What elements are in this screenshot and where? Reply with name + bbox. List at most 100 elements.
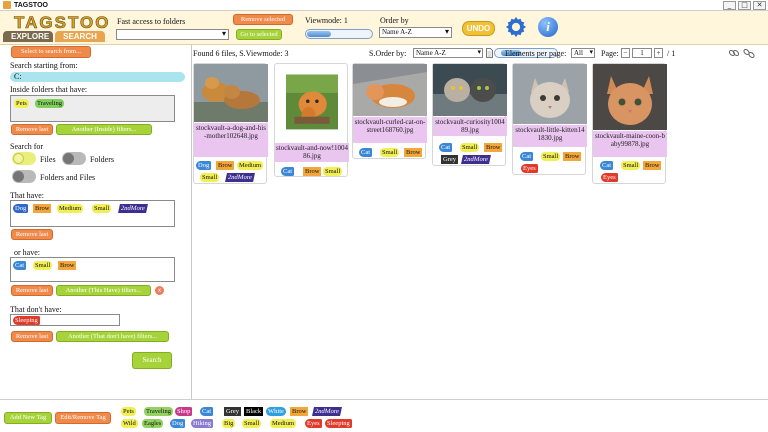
remove-last-have-button[interactable]: Remove last	[11, 229, 53, 240]
tag-medium[interactable]: Medium	[57, 204, 84, 213]
tag-grey[interactable]: Grey	[441, 155, 458, 164]
palette-tag-brow[interactable]: Brow	[290, 407, 309, 416]
tag-small[interactable]: Small	[33, 261, 53, 270]
document-icon[interactable]	[486, 48, 493, 58]
minimize-button[interactable]: _	[723, 1, 736, 10]
tag-small[interactable]: Small	[541, 152, 561, 161]
palette-tag-white[interactable]: White	[266, 407, 286, 416]
tag-cat[interactable]: Cat	[600, 161, 614, 170]
tag-brow[interactable]: Brow	[643, 161, 662, 170]
another-dont-filter-button[interactable]: Another (That don't have) filters...	[56, 331, 169, 342]
tag-small[interactable]: Small	[200, 173, 220, 182]
page-prev-button[interactable]: −	[621, 48, 630, 58]
viewmode-slider-thumb[interactable]	[307, 31, 331, 37]
tag-cat[interactable]: Cat	[439, 143, 453, 152]
tab-explore[interactable]: EXPLORE	[3, 31, 53, 42]
undo-button[interactable]: UNDO	[462, 21, 495, 36]
tag-small[interactable]: Small	[621, 161, 641, 170]
tab-search[interactable]: SEARCH	[55, 31, 105, 42]
thumbnail-little-kitten[interactable]	[513, 64, 587, 124]
palette-tag-dog[interactable]: Dog	[170, 419, 186, 428]
info-icon[interactable]: i	[538, 17, 558, 37]
tag-eyes[interactable]: Eyes	[601, 173, 618, 182]
inside-folders-box[interactable]: Pets Traveling	[10, 95, 175, 122]
tag-brow[interactable]: Brow	[216, 161, 235, 170]
remove-last-or-button[interactable]: Remove last	[11, 285, 53, 296]
tag-2ndmore[interactable]: 2ndMore	[461, 155, 491, 164]
remove-filter-icon[interactable]: x	[155, 286, 164, 295]
select-folder-button[interactable]: Select to search from...	[11, 46, 91, 58]
remove-last-dont-button[interactable]: Remove last	[11, 331, 53, 342]
file-card[interactable]: stockvault-a-dog-and-his-mother102648.jp…	[193, 63, 268, 184]
thumbnail-dog[interactable]	[194, 64, 268, 122]
order-by-select[interactable]: Name A-Z	[379, 27, 452, 38]
tag-cat[interactable]: Cat	[520, 152, 534, 161]
palette-tag-black[interactable]: Black	[244, 407, 264, 416]
maximize-button[interactable]: □	[738, 1, 751, 10]
tag-brow[interactable]: Brow	[58, 261, 77, 270]
palette-tag-wild[interactable]: Wild	[121, 419, 138, 428]
dont-have-box[interactable]: Sleeping	[10, 314, 120, 326]
thumbnail-kitten[interactable]	[286, 64, 338, 140]
file-card[interactable]: stockvault-curled-cat-on-street168760.jp…	[352, 63, 427, 159]
search-from-value[interactable]: C:	[10, 72, 185, 82]
file-card[interactable]: stockvault-little-kitten141830.jpg Cat S…	[512, 63, 587, 175]
tag-small[interactable]: Small	[380, 148, 400, 157]
palette-tag-sleeping[interactable]: Sleeping	[325, 419, 352, 428]
palette-tag-shop[interactable]: Shop	[175, 407, 193, 416]
another-inside-filter-button[interactable]: Another (Inside) filters...	[56, 124, 152, 135]
files-toggle[interactable]	[12, 152, 36, 165]
tag-eyes[interactable]: Eyes	[521, 164, 538, 173]
tag-brow[interactable]: Brow	[484, 143, 503, 152]
viewmode-slider[interactable]	[305, 29, 373, 39]
palette-tag-grey[interactable]: Grey	[224, 407, 241, 416]
thumbnail-curled-cat[interactable]	[353, 64, 427, 116]
that-have-box[interactable]: Dog Brow Medium Small 2ndMore	[10, 200, 175, 227]
palette-tag-hiking[interactable]: Hiking	[191, 419, 214, 428]
palette-tag-eyes[interactable]: Eyes	[305, 419, 322, 428]
close-button[interactable]: ✕	[753, 1, 766, 10]
tag-dog[interactable]: Dog	[13, 204, 29, 213]
fast-access-select[interactable]	[116, 29, 229, 40]
folders-files-toggle[interactable]	[12, 170, 36, 183]
tag-pets[interactable]: Pets	[14, 99, 29, 108]
gear-icon[interactable]	[505, 16, 527, 38]
or-have-box[interactable]: Cat Small Brow	[10, 257, 175, 282]
file-card[interactable]: stockvault-curiosity100489.jpg Cat Small…	[432, 63, 507, 166]
tag-small[interactable]: Small	[92, 204, 112, 213]
tag-small[interactable]: Small	[323, 167, 343, 176]
thumbnail-maine-coon[interactable]	[593, 64, 667, 130]
add-new-tag-button[interactable]: Add New Tag	[4, 412, 52, 424]
tag-brow[interactable]: Brow	[33, 204, 52, 213]
link-icon[interactable]	[728, 47, 740, 59]
palette-tag-small[interactable]: Small	[242, 419, 262, 428]
page-input[interactable]: 1	[632, 48, 652, 58]
another-this-filter-button[interactable]: Another (This Have) filters...	[56, 285, 151, 296]
palette-tag-2ndmore[interactable]: 2ndMore	[312, 407, 342, 416]
palette-tag-pets[interactable]: Pets	[121, 407, 136, 416]
tag-2ndmore[interactable]: 2ndMore	[118, 204, 148, 213]
tag-cat[interactable]: Cat	[281, 167, 295, 176]
remove-last-inside-button[interactable]: Remove last	[11, 124, 53, 135]
file-card[interactable]: stockvault-and-now!100486.jpg Cat Brow S…	[274, 63, 349, 177]
go-selected-button[interactable]: Go to selected	[236, 29, 282, 40]
thumbnail-curiosity[interactable]	[433, 64, 507, 116]
palette-tag-cat[interactable]: Cat	[200, 407, 214, 416]
file-card[interactable]: stockvault-maine-coon-baby99878.jpg Cat …	[592, 63, 667, 184]
search-button[interactable]: Search	[132, 352, 172, 369]
edit-remove-tag-button[interactable]: Edit/Remove Tag	[55, 412, 111, 424]
palette-tag-big[interactable]: Big	[222, 419, 236, 428]
tag-traveling[interactable]: Traveling	[35, 99, 65, 108]
tag-sleeping[interactable]: Sleeping	[13, 316, 40, 325]
page-next-button[interactable]: +	[654, 48, 663, 58]
s-order-select[interactable]: Name A-Z	[413, 48, 483, 58]
palette-tag-traveling[interactable]: Traveling	[144, 407, 174, 416]
palette-tag-eagles[interactable]: Eagles	[142, 419, 164, 428]
per-page-select[interactable]: All	[571, 48, 595, 58]
tag-cat[interactable]: Cat	[13, 261, 27, 270]
folders-toggle[interactable]	[62, 152, 86, 165]
tag-brow[interactable]: Brow	[404, 148, 423, 157]
tag-small[interactable]: Small	[460, 143, 480, 152]
tag-brow[interactable]: Brow	[303, 167, 322, 176]
unlink-icon[interactable]	[743, 47, 755, 59]
